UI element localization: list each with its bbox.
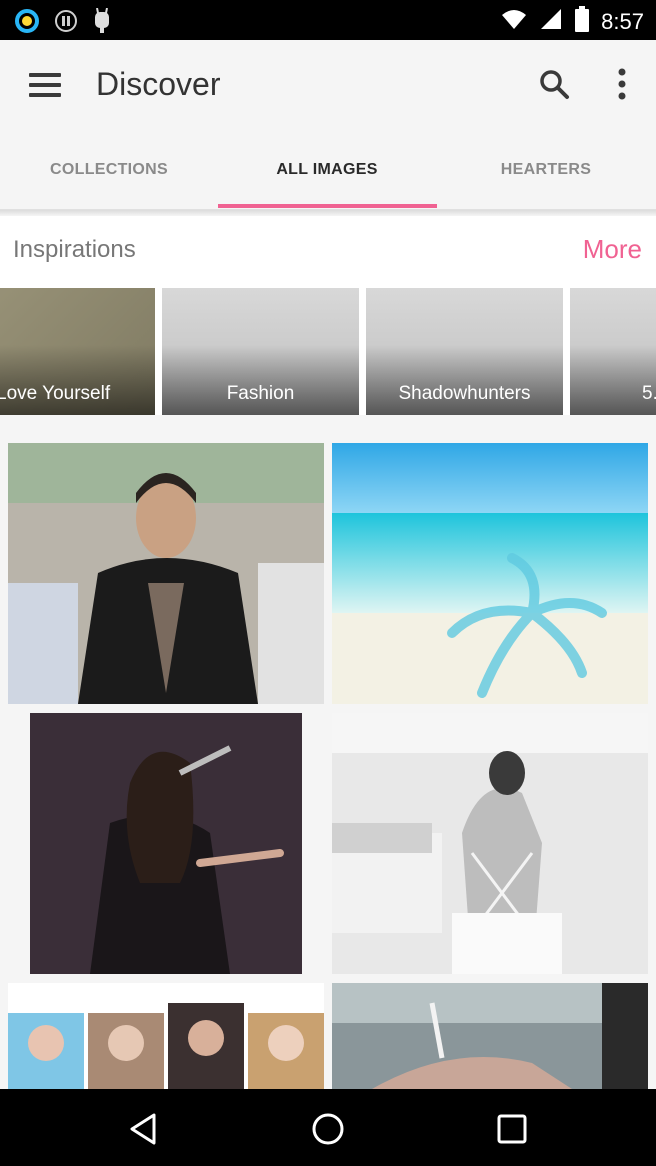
search-icon[interactable] xyxy=(536,66,572,102)
clock: 8:57 xyxy=(601,8,644,34)
tab-all-images[interactable]: ALL IMAGES xyxy=(218,130,436,210)
photo-man-leather-jacket[interactable] xyxy=(8,443,324,704)
recents-icon[interactable] xyxy=(492,1109,532,1149)
photo-woman-white-room[interactable] xyxy=(332,713,648,974)
signal-icon xyxy=(539,7,563,36)
android-icon xyxy=(92,7,112,39)
app-ring-icon xyxy=(14,8,40,39)
app-bar: Discover xyxy=(0,40,656,130)
back-icon[interactable] xyxy=(124,1109,164,1149)
tab-hearters[interactable]: HEARTERS xyxy=(437,130,655,210)
inspirations-header: Inspirations More xyxy=(0,216,656,280)
battery-icon xyxy=(575,6,590,37)
more-vert-icon[interactable] xyxy=(610,66,634,102)
page-title: Discover xyxy=(96,66,221,102)
home-icon[interactable] xyxy=(308,1109,348,1149)
photo-hand-cigarette[interactable] xyxy=(332,983,648,1089)
pause-circle-icon xyxy=(54,9,78,38)
inspiration-card[interactable]: Love Yourself xyxy=(0,288,155,415)
photo-tropical-beach[interactable] xyxy=(332,443,648,704)
inspiration-label: Love Yourself xyxy=(0,383,111,404)
tab-collections[interactable]: COLLECTIONS xyxy=(0,130,218,210)
image-grid xyxy=(0,435,656,1089)
inspiration-label: Shadowhunters xyxy=(398,383,531,404)
inspiration-card[interactable]: Fashion xyxy=(162,288,359,415)
active-tab-indicator xyxy=(218,204,437,208)
divider xyxy=(0,415,656,435)
tab-bar: COLLECTIONS ALL IMAGES HEARTERS xyxy=(0,130,656,210)
inspiration-label: 5... xyxy=(642,383,656,404)
section-title: Inspirations xyxy=(13,236,136,263)
system-nav-bar xyxy=(0,1089,656,1166)
photo-group-selfies[interactable] xyxy=(8,983,324,1089)
inspirations-carousel[interactable]: Love Yourself Fashion Shadowhunters 5... xyxy=(0,288,656,415)
inspiration-card[interactable]: Shadowhunters xyxy=(366,288,563,415)
status-bar: 8:57 xyxy=(0,0,656,40)
inspiration-card[interactable]: 5... xyxy=(570,288,656,415)
wifi-icon xyxy=(501,7,527,36)
inspiration-label: Fashion xyxy=(226,383,295,404)
more-link[interactable]: More xyxy=(583,234,642,265)
photo-singer-microphone[interactable] xyxy=(30,713,302,974)
menu-icon[interactable] xyxy=(24,64,66,106)
